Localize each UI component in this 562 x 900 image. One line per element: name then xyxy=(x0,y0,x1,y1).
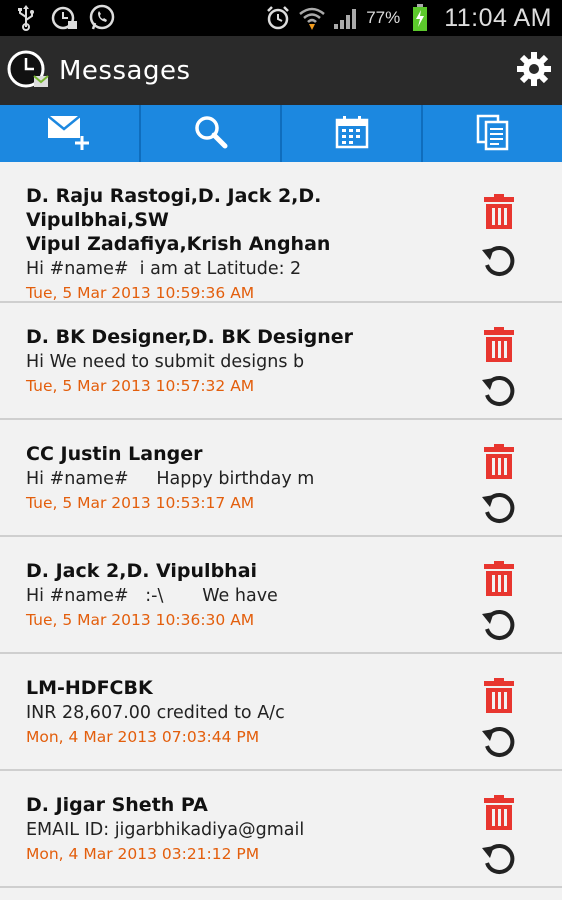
usb-icon xyxy=(12,4,40,32)
trash-icon xyxy=(483,444,515,484)
gear-icon xyxy=(516,51,552,91)
undo-icon xyxy=(481,489,517,529)
undo-icon xyxy=(481,723,517,763)
delete-button[interactable] xyxy=(479,444,519,484)
new-message-icon xyxy=(46,112,94,156)
trash-icon xyxy=(483,795,515,835)
message-date: Tue, 5 Mar 2013 10:53:17 AM xyxy=(26,494,255,512)
delete-button[interactable] xyxy=(479,795,519,835)
search-button[interactable] xyxy=(141,105,282,162)
message-recipients-cont: Vipul Zadafiya,Krish Anghan xyxy=(26,233,331,255)
resend-button[interactable] xyxy=(478,722,520,764)
message-preview: Hi #name# i am at Latitude: 2 xyxy=(26,259,302,279)
message-recipients: D. Jigar Sheth PA xyxy=(26,794,208,816)
toolbar xyxy=(0,105,562,162)
undo-icon xyxy=(481,372,517,412)
undo-icon xyxy=(481,606,517,646)
message-date: Mon, 4 Mar 2013 07:03:44 PM xyxy=(26,728,260,746)
trash-icon xyxy=(483,194,515,234)
undo-icon xyxy=(481,840,517,880)
message-content: D. Jigar Sheth PA EMAIL ID: jigarbhikadi… xyxy=(26,793,446,865)
message-recipients: D. Jack 2,D. Vipulbhai xyxy=(26,560,258,582)
list-item[interactable]: D. Raju Rastogi,D. Jack 2,D. Vipulbhai,S… xyxy=(0,162,562,303)
alarm-clock-app-icon xyxy=(50,4,78,32)
message-preview: Hi #name# :-\ We have xyxy=(26,586,278,606)
list-item[interactable]: CC Justin Langer Hi #name# Happy birthda… xyxy=(0,420,562,537)
message-date: Tue, 5 Mar 2013 10:59:36 AM xyxy=(26,284,255,302)
message-recipients: D. Raju Rastogi,D. Jack 2,D. Vipulbhai,S… xyxy=(26,185,322,231)
message-content: D. Jack 2,D. Vipulbhai Hi #name# :-\ We … xyxy=(26,559,446,631)
status-time: 11:04 AM xyxy=(444,3,552,32)
resend-button[interactable] xyxy=(478,488,520,530)
resend-button[interactable] xyxy=(478,839,520,881)
message-content: LM-HDFCBK INR 28,607.00 credited to A/c … xyxy=(26,676,446,748)
message-content: D. Raju Rastogi,D. Jack 2,D. Vipulbhai,S… xyxy=(26,184,446,304)
app-logo-icon[interactable] xyxy=(6,49,50,93)
delete-button[interactable] xyxy=(479,561,519,601)
message-preview: Hi We need to submit designs b xyxy=(26,352,305,372)
list-item[interactable]: D. BK Designer,D. BK Designer Hi We need… xyxy=(0,303,562,420)
page-title: Messages xyxy=(59,55,191,86)
resend-button[interactable] xyxy=(478,605,520,647)
message-date: Mon, 4 Mar 2013 03:21:12 PM xyxy=(26,845,260,863)
delete-button[interactable] xyxy=(479,194,519,234)
resend-button[interactable] xyxy=(478,241,520,283)
list-item[interactable]: LM-HDFCBK INR 28,607.00 credited to A/c … xyxy=(0,654,562,771)
trash-icon xyxy=(483,561,515,601)
message-recipients: D. BK Designer,D. BK Designer xyxy=(26,326,353,348)
list-item[interactable]: D. Jigar Sheth PA EMAIL ID: jigarbhikadi… xyxy=(0,771,562,888)
message-date: Tue, 5 Mar 2013 10:36:30 AM xyxy=(26,611,255,629)
signal-icon xyxy=(332,4,360,32)
message-recipients: CC Justin Langer xyxy=(26,443,203,465)
battery-percentage: 77% xyxy=(366,8,401,27)
message-preview: EMAIL ID: jigarbhikadiya@gmail xyxy=(26,820,305,840)
calendar-button[interactable] xyxy=(282,105,423,162)
message-preview: INR 28,607.00 credited to A/c xyxy=(26,703,285,723)
message-preview: Hi #name# Happy birthday m xyxy=(26,469,315,489)
battery-charging-icon xyxy=(406,4,434,32)
status-bar: 77% 11:04 AM xyxy=(0,0,562,36)
resend-button[interactable] xyxy=(478,371,520,413)
copy-icon xyxy=(475,113,511,155)
delete-button[interactable] xyxy=(479,678,519,718)
message-list: D. Raju Rastogi,D. Jack 2,D. Vipulbhai,S… xyxy=(0,162,562,888)
compose-button[interactable] xyxy=(0,105,141,162)
undo-icon xyxy=(481,242,517,282)
message-content: D. BK Designer,D. BK Designer Hi We need… xyxy=(26,325,446,397)
search-icon xyxy=(193,114,229,154)
alarm-icon xyxy=(264,4,292,32)
trash-icon xyxy=(483,327,515,367)
message-content: CC Justin Langer Hi #name# Happy birthda… xyxy=(26,442,446,514)
wifi-icon xyxy=(298,4,326,32)
whatsapp-icon xyxy=(88,4,116,32)
trash-icon xyxy=(483,678,515,718)
copy-button[interactable] xyxy=(423,105,562,162)
action-bar: Messages xyxy=(0,36,562,105)
message-recipients: LM-HDFCBK xyxy=(26,677,153,699)
list-item[interactable]: D. Jack 2,D. Vipulbhai Hi #name# :-\ We … xyxy=(0,537,562,654)
message-date: Tue, 5 Mar 2013 10:57:32 AM xyxy=(26,377,255,395)
calendar-icon xyxy=(334,114,370,154)
delete-button[interactable] xyxy=(479,327,519,367)
settings-button[interactable] xyxy=(512,49,556,93)
